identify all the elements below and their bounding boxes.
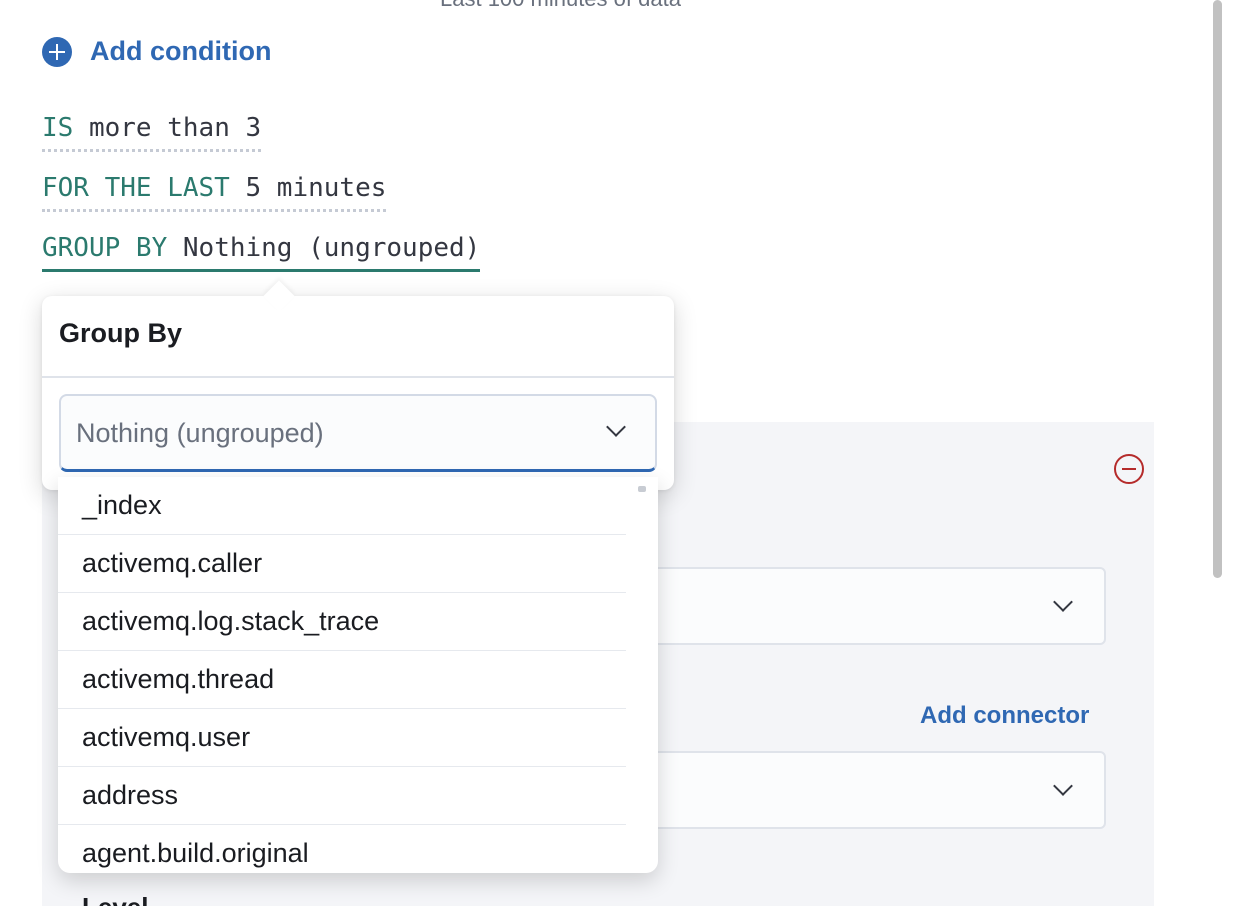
add-condition-label: Add condition xyxy=(90,36,272,66)
add-condition-button[interactable]: Add condition xyxy=(42,36,271,67)
group-by-popover: Group By Nothing (ungrouped) xyxy=(42,280,674,490)
group-by-combobox[interactable]: Nothing (ungrouped) xyxy=(59,394,657,472)
option-label: _index xyxy=(82,490,162,520)
expression-keyword: IS xyxy=(42,113,74,143)
expression-keyword: FOR THE LAST xyxy=(42,173,230,203)
list-option[interactable]: _index xyxy=(58,477,626,535)
divider xyxy=(42,376,674,378)
list-option[interactable]: activemq.user xyxy=(58,709,626,767)
list-scrollbar[interactable] xyxy=(638,486,646,492)
expression-value: more than 3 xyxy=(88,113,262,143)
remove-action-icon[interactable] xyxy=(1114,454,1144,484)
list-option[interactable]: activemq.caller xyxy=(58,535,626,593)
level-label: Level xyxy=(82,892,149,906)
list-option[interactable]: address xyxy=(58,767,626,825)
popover-arrow xyxy=(263,280,295,312)
group-by-options-list[interactable]: _index activemq.caller activemq.log.stac… xyxy=(58,477,658,873)
option-label: activemq.user xyxy=(82,722,251,752)
option-label: activemq.log.stack_trace xyxy=(82,606,380,636)
option-label: address xyxy=(82,780,179,810)
option-label: agent.build.original xyxy=(82,838,309,868)
expression-keyword: GROUP BY xyxy=(42,233,168,263)
expression-value: 5 minutes xyxy=(245,173,387,203)
page-scrollbar[interactable] xyxy=(1213,0,1222,578)
expression-value: Nothing (ungrouped) xyxy=(182,233,481,263)
list-option[interactable]: activemq.thread xyxy=(58,651,626,709)
option-label: activemq.thread xyxy=(82,664,275,694)
action-type-select[interactable] xyxy=(600,567,1106,645)
list-option[interactable]: agent.build.original xyxy=(58,825,626,873)
threshold-expression[interactable]: IS more than 3 xyxy=(42,112,262,152)
plus-circle-icon xyxy=(42,36,72,67)
data-range-text: Last 100 minutes of data xyxy=(440,0,681,12)
combobox-value: Nothing (ungrouped) xyxy=(76,418,324,448)
group-by-expression[interactable]: GROUP BY Nothing (ungrouped) xyxy=(42,232,481,272)
chevron-down-icon xyxy=(1053,776,1073,796)
add-connector-link[interactable]: Add connector xyxy=(920,702,1089,730)
option-label: activemq.caller xyxy=(82,548,263,578)
popover-title: Group By xyxy=(59,318,183,348)
chevron-down-icon xyxy=(606,417,626,437)
connector-select[interactable] xyxy=(600,751,1106,829)
time-window-expression[interactable]: FOR THE LAST 5 minutes xyxy=(42,172,387,212)
list-option[interactable]: activemq.log.stack_trace xyxy=(58,593,626,651)
chevron-down-icon xyxy=(1053,592,1073,612)
